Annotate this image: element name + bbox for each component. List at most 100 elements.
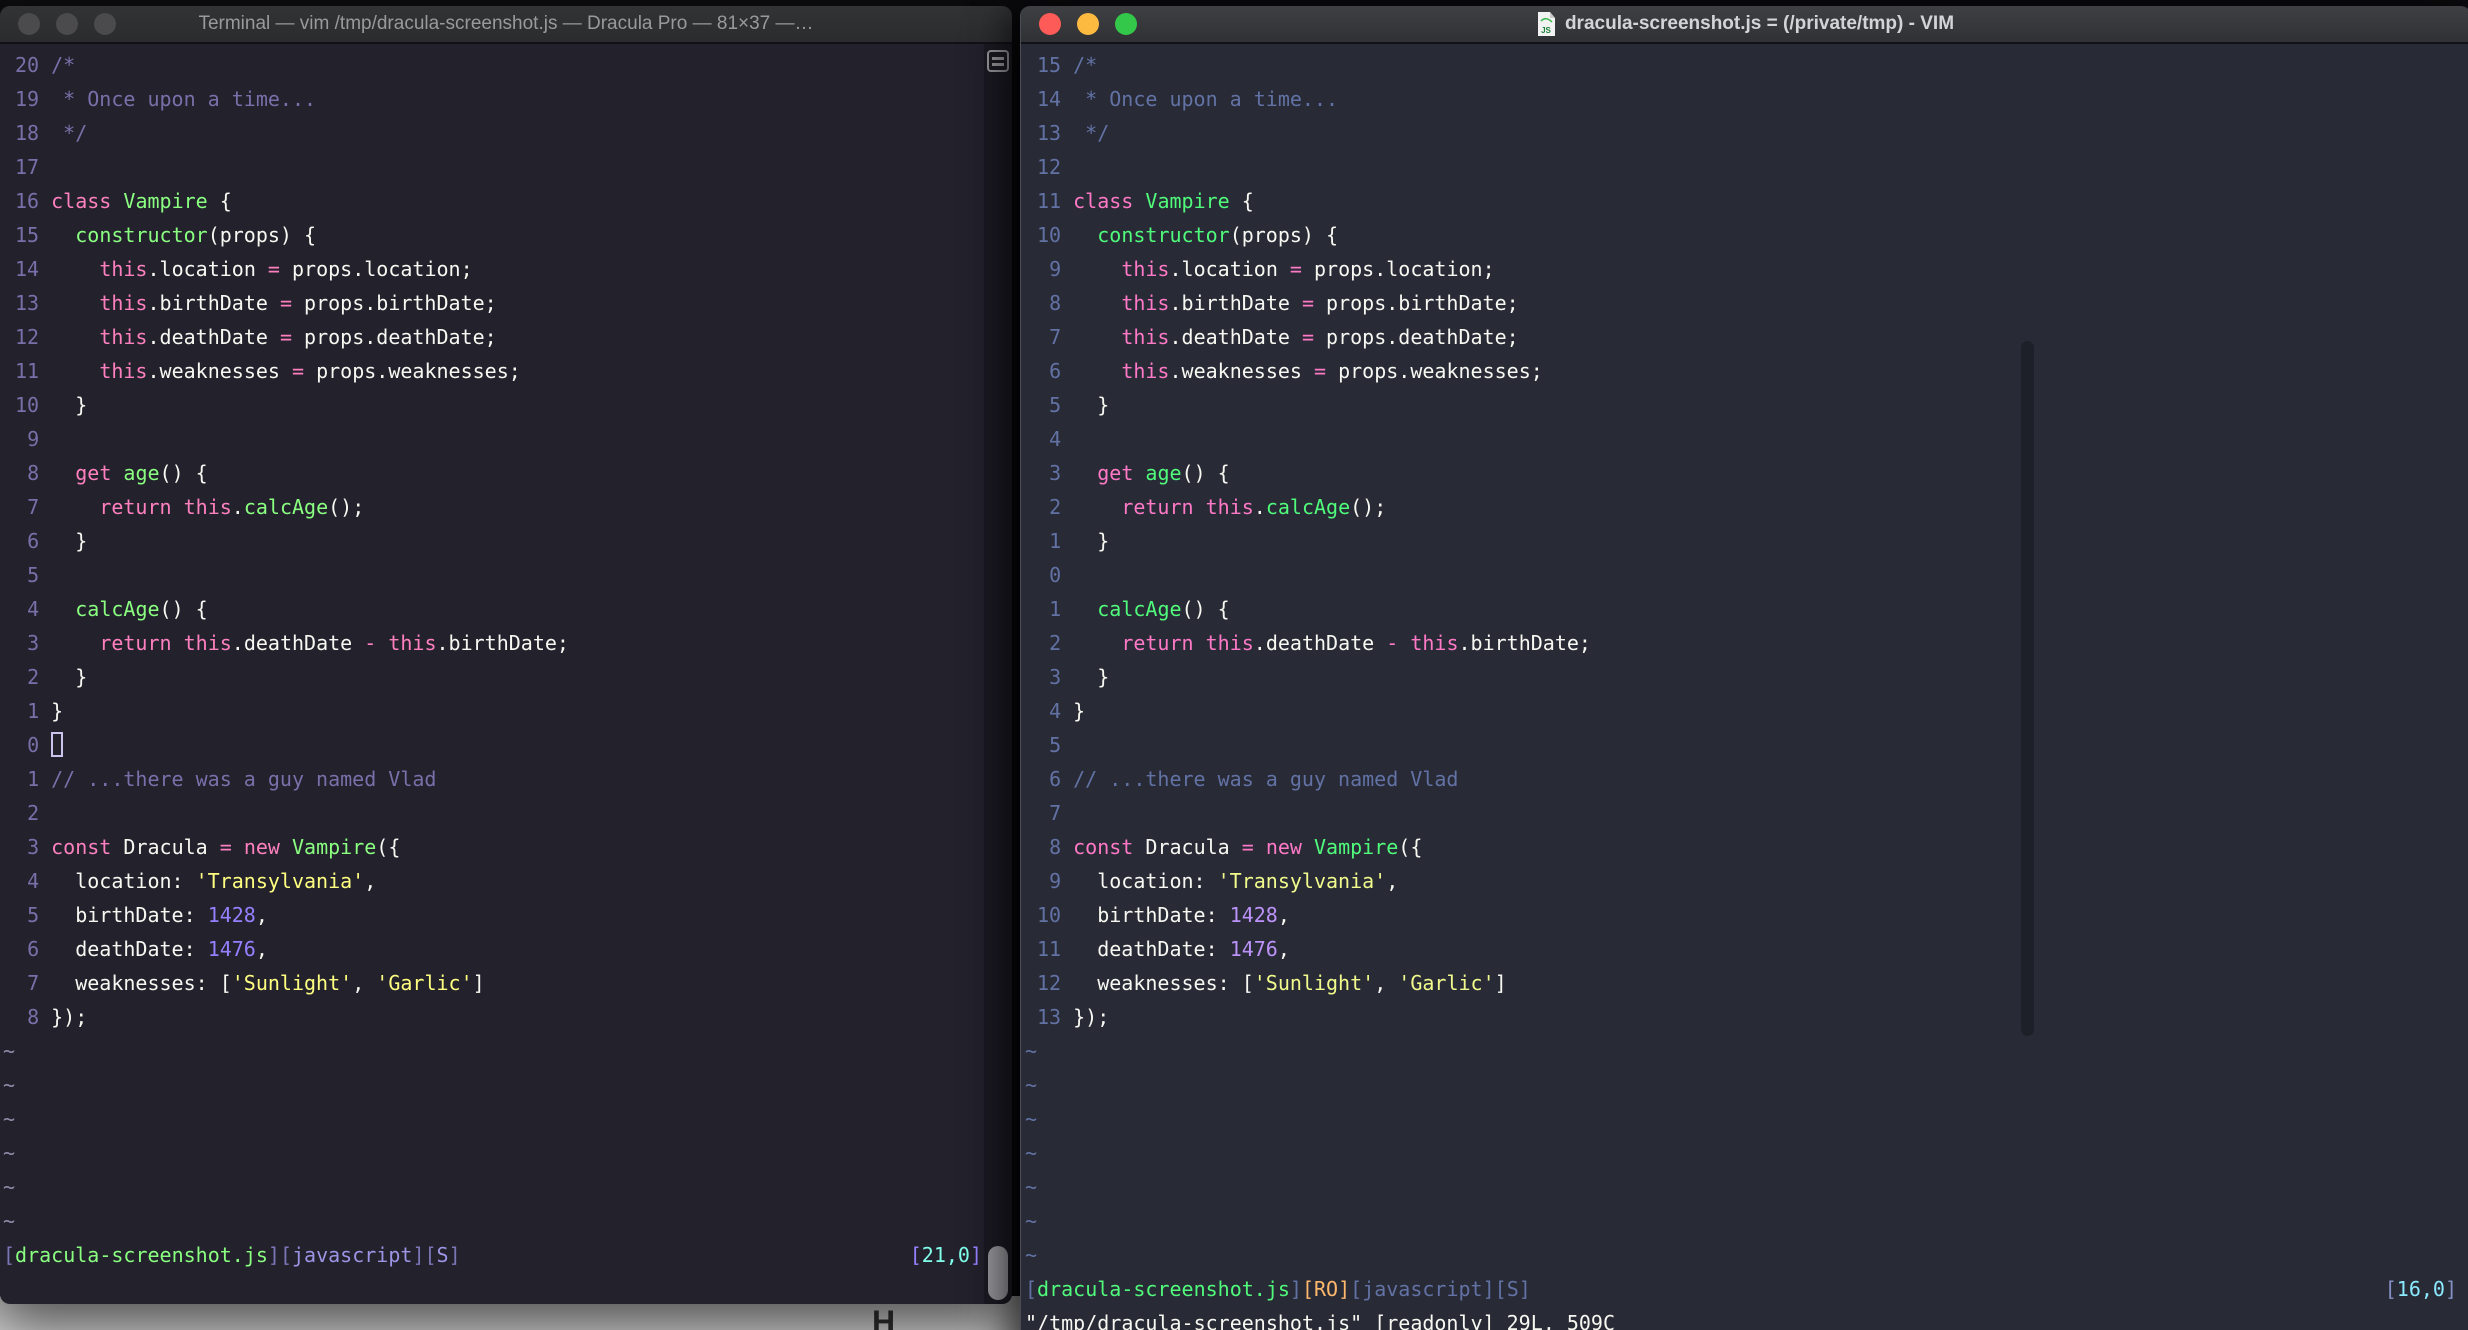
code-line: 18 */ [3,116,982,150]
code-line: 8 const Dracula = new Vampire({ [1025,830,2457,864]
code-line: 1// ...there was a guy named Vlad [3,762,982,796]
line-number: 6 [27,937,40,961]
empty-buffer-line: ~ [1025,1068,2457,1102]
tilde-marker: ~ [3,1175,16,1199]
line-number: 20 [15,53,40,77]
terminal-window: Terminal — vim /tmp/dracula-screenshot.j… [0,6,1012,1304]
vim-command-line [3,1272,982,1304]
empty-buffer-line: ~ [1025,1238,2457,1272]
code-line: 3 const Dracula = new Vampire({ [3,830,982,864]
code-line: 4 calcAge() { [3,592,982,626]
line-number: 11 [1037,937,1062,961]
code-line: 1} [3,694,982,728]
empty-buffer-line: ~ [3,1170,982,1204]
minimize-button[interactable] [56,13,78,35]
code-line: 13 */ [1025,116,2457,150]
line-number: 2 [27,801,40,825]
line-number: 1 [1049,529,1062,553]
line-number: 1 [1049,597,1062,621]
minimize-button[interactable] [1077,13,1099,35]
tilde-marker: ~ [3,1039,16,1063]
line-number: 7 [1049,325,1062,349]
code-line: 3 return this.deathDate - this.birthDate… [3,626,982,660]
line-number: 7 [27,971,40,995]
line-number: 4 [1049,427,1062,451]
code-line: 12 weaknesses: ['Sunlight', 'Garlic'] [1025,966,2457,1000]
code-line: 13 this.birthDate = props.birthDate; [3,286,982,320]
zoom-button[interactable] [94,13,116,35]
code-line: 0 [3,728,982,762]
scrollbar-stripe[interactable] [2021,341,2034,1036]
terminal-scrollbar-track[interactable] [984,44,1012,1304]
terminal-titlebar[interactable]: Terminal — vim /tmp/dracula-screenshot.j… [0,6,1012,44]
macvim-titlebar[interactable]: JS dracula-screenshot.js = (/private/tmp… [1021,6,2468,44]
code-line: 9 location: 'Transylvania', [1025,864,2457,898]
code-line: 2 [3,796,982,830]
empty-buffer-line: ~ [1025,1170,2457,1204]
line-number: 13 [1037,121,1062,145]
line-number: 19 [15,87,40,111]
code-line: 7 weaknesses: ['Sunlight', 'Garlic'] [3,966,982,1000]
code-line: 7 return this.calcAge(); [3,490,982,524]
line-number: 2 [27,665,40,689]
empty-buffer-line: ~ [1025,1034,2457,1068]
vim-cursor [51,732,64,757]
line-number: 0 [1049,563,1062,587]
code-line: 10 } [3,388,982,422]
line-number: 15 [15,223,40,247]
line-number: 18 [15,121,40,145]
line-number: 8 [1049,291,1062,315]
split-pane-button[interactable] [987,50,1009,72]
line-number: 7 [1049,801,1062,825]
code-line: 17 [3,150,982,184]
close-button[interactable] [18,13,40,35]
macvim-window: JS dracula-screenshot.js = (/private/tmp… [1020,6,2468,1330]
scrollbar-thumb[interactable] [988,1246,1008,1300]
line-number: 4 [27,869,40,893]
line-number: 9 [1049,257,1062,281]
empty-buffer-line: ~ [3,1034,982,1068]
statusline-cursor-position: [21,0] [909,1243,982,1267]
code-line: 14 * Once upon a time... [1025,82,2457,116]
code-line: 1 } [1025,524,2457,558]
line-number: 17 [15,155,40,179]
tilde-marker: ~ [3,1073,16,1097]
line-number: 5 [27,903,40,927]
statusline-cursor-position: [16,0] [2384,1277,2457,1301]
code-line: 14 this.location = props.location; [3,252,982,286]
zoom-button[interactable] [1115,13,1137,35]
line-number: 5 [27,563,40,587]
line-number: 2 [1049,631,1062,655]
line-number: 1 [27,699,40,723]
code-line: 6 this.weaknesses = props.weaknesses; [1025,354,2457,388]
macvim-content: 15/* 14 * Once upon a time... 13 */12 11 cla… [1021,44,2468,1330]
code-line: 9 [3,422,982,456]
line-number: 10 [15,393,40,417]
code-line: 3 get age() { [1025,456,2457,490]
empty-buffer-line: ~ [3,1102,982,1136]
vim-buffer[interactable]: 20/* 19 * Once upon a time... 18 */17 16 cla… [3,48,982,1238]
vim-buffer[interactable]: 15/* 14 * Once upon a time... 13 */12 11 cla… [1025,48,2457,1272]
code-line: 11 deathDate: 1476, [1025,932,2457,966]
line-number: 9 [1049,869,1062,893]
line-number: 6 [1049,359,1062,383]
line-number: 6 [27,529,40,553]
document-proxy-icon[interactable]: JS [1536,12,1556,36]
code-line: 4 location: 'Transylvania', [3,864,982,898]
tilde-marker: ~ [3,1209,16,1233]
code-line: 15 constructor(props) { [3,218,982,252]
line-number: 8 [1049,835,1062,859]
line-number: 16 [15,189,40,213]
empty-buffer-line: ~ [1025,1136,2457,1170]
tilde-marker: ~ [1025,1107,1038,1131]
close-button[interactable] [1039,13,1061,35]
line-number: 13 [1037,1005,1062,1029]
line-number: 10 [1037,223,1062,247]
line-number: 3 [1049,461,1062,485]
line-number: 0 [27,733,40,757]
line-number: 4 [1049,699,1062,723]
line-number: 14 [1037,87,1062,111]
code-line: 11 this.weaknesses = props.weaknesses; [3,354,982,388]
code-line: 8 get age() { [3,456,982,490]
code-line: 13}); [1025,1000,2457,1034]
